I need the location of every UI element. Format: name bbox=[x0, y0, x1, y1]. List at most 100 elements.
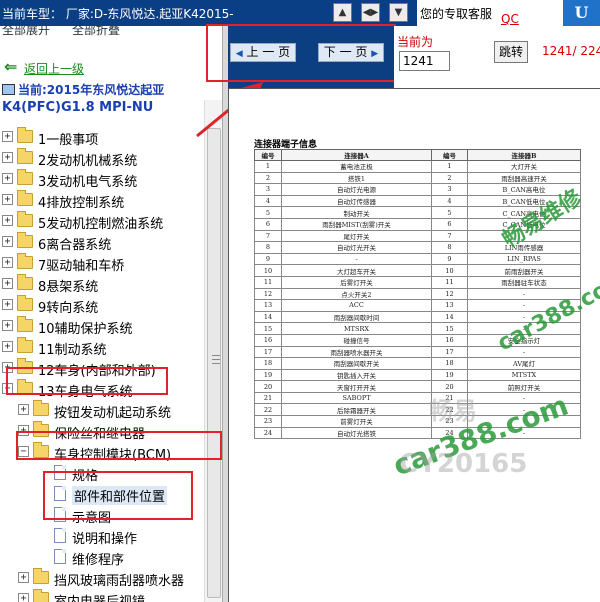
expand-icon[interactable]: + bbox=[2, 236, 13, 247]
watermark-5: CY20165 bbox=[399, 449, 528, 479]
expand-all-link[interactable]: 全部展开 bbox=[2, 26, 50, 37]
table-cell: 15 bbox=[254, 322, 282, 335]
vehicle-title: 当前车型： 厂家:D-东风悦达.起亚K42015- bbox=[2, 7, 234, 21]
table-row: 16 碰撞信号 16 安全指示灯 bbox=[254, 333, 581, 347]
table-cell: 2 bbox=[254, 171, 282, 185]
tree-item-label[interactable]: 9转向系统 bbox=[38, 297, 98, 316]
back-label[interactable]: 返回上一级 bbox=[24, 60, 84, 77]
table-cell: 18 bbox=[431, 357, 468, 370]
table-cell: 14 bbox=[431, 310, 468, 324]
tree-item-label[interactable]: 室内电器后视镜 bbox=[54, 591, 145, 602]
table-row: 24 自动灯光搭铁 24- bbox=[254, 426, 581, 440]
table-cell: 8 bbox=[431, 241, 468, 254]
table-row: 4 自动灯传感器 4 B_CAN低电位 bbox=[254, 194, 581, 208]
expand-icon[interactable]: + bbox=[2, 278, 13, 289]
table-cell: 13 bbox=[431, 299, 468, 312]
header-num-a: 编号 bbox=[254, 149, 282, 161]
folder-icon bbox=[17, 169, 33, 185]
table-cell: 7 bbox=[431, 229, 468, 243]
model-label: K4(PFC)G1.8 MPI-NU bbox=[2, 100, 154, 115]
table-row: 10 大灯超车开关 10 前雨刮器开关 bbox=[254, 264, 581, 277]
tree-item-label[interactable]: 7驱动轴和车桥 bbox=[38, 255, 124, 274]
table-cell: 1 bbox=[254, 160, 282, 173]
tree-item-label[interactable]: 4排放控制系统 bbox=[38, 192, 124, 211]
expand-icon[interactable]: + bbox=[18, 572, 29, 583]
expand-icon[interactable]: + bbox=[2, 194, 13, 205]
expand-icon[interactable]: + bbox=[2, 299, 13, 310]
table-cell: 7 bbox=[254, 229, 282, 243]
scrollbar-thumb[interactable] bbox=[207, 128, 221, 598]
jump-button[interactable]: 跳转 bbox=[494, 41, 528, 63]
tree-item-label[interactable]: 1一般事项 bbox=[38, 129, 98, 148]
table-cell: - bbox=[467, 403, 581, 417]
table-row: 18 雨刮器间歇开关 18 AV尾灯 bbox=[254, 357, 581, 370]
page-number-input[interactable]: 1241 bbox=[399, 51, 450, 71]
expand-icon[interactable]: + bbox=[18, 404, 29, 415]
tree-item-label[interactable]: 3发动机电气系统 bbox=[38, 171, 137, 190]
toggle-frame-button[interactable]: ◀▶ bbox=[361, 3, 380, 22]
tree-item-label[interactable]: 11制动系统 bbox=[38, 339, 107, 358]
expand-icon[interactable]: + bbox=[2, 152, 13, 163]
table-cell: 6 bbox=[254, 217, 282, 231]
manual-page: 连接器端子信息 编号 连接器A 编号 连接器B 1 蓄电池正极 1 大灯开关 2 搭铁1 2… bbox=[229, 89, 600, 602]
table-cell: 雨刮器间歇时间 bbox=[281, 310, 432, 324]
tree-item-label[interactable]: 按钮发动机起动系统 bbox=[54, 402, 171, 421]
collapse-all-link[interactable]: 全部折叠 bbox=[72, 26, 120, 37]
scroll-down-button[interactable]: ▼ bbox=[389, 3, 408, 22]
table-cell: 21 bbox=[431, 391, 468, 405]
table-cell: MTSTX bbox=[467, 368, 581, 382]
table-cell: 5 bbox=[254, 206, 282, 219]
expand-icon[interactable]: + bbox=[2, 341, 13, 352]
table-row: 8 自动灯光开关 8 LIN雨传感器 bbox=[254, 241, 581, 254]
expand-icon[interactable]: + bbox=[2, 131, 13, 142]
connector-table: 编号 连接器A 编号 连接器B 1 蓄电池正极 1 大灯开关 2 搭铁1 2 雨刮器高速开关 3… bbox=[254, 149, 581, 440]
qq-link[interactable]: QC bbox=[501, 12, 519, 26]
computer-icon bbox=[2, 84, 15, 95]
tree-item-label[interactable]: 维修程序 bbox=[72, 549, 124, 568]
table-row: 11 后雾灯开关 11 雨刮器驻车状态 bbox=[254, 275, 581, 289]
table-cell: 20 bbox=[431, 380, 468, 393]
scroll-up-button[interactable]: ▲ bbox=[333, 3, 352, 22]
table-row: 12 点火开关2 12- bbox=[254, 287, 581, 301]
table-row: 5 制动开关 5 C_CAN高电位 bbox=[254, 206, 581, 219]
expand-icon[interactable]: + bbox=[2, 257, 13, 268]
folder-icon bbox=[17, 253, 33, 269]
table-row: 19 钥匙插入开关 19 MTSTX bbox=[254, 368, 581, 382]
tree-item-label[interactable]: 2发动机机械系统 bbox=[38, 150, 137, 169]
table-cell: 天窗打开开关 bbox=[281, 380, 432, 393]
tree-item-label[interactable]: 6离合器系统 bbox=[38, 234, 111, 253]
table-row: 13 ACC 13- bbox=[254, 299, 581, 312]
folder-icon bbox=[17, 232, 33, 248]
expand-icon[interactable]: + bbox=[2, 173, 13, 184]
table-cell: 自动灯光开关 bbox=[281, 241, 432, 254]
tree-item-label[interactable]: 8悬架系统 bbox=[38, 276, 98, 295]
table-cell: 11 bbox=[431, 275, 468, 289]
table-cell: - bbox=[467, 299, 581, 312]
expand-icon[interactable]: + bbox=[18, 593, 29, 602]
table-cell: 自动灯光搭铁 bbox=[281, 426, 432, 440]
tree-item-label[interactable]: 说明和操作 bbox=[72, 528, 137, 547]
current-page-label: 当前为 bbox=[397, 35, 434, 49]
table-cell: LIN雨传感器 bbox=[467, 241, 581, 254]
table-cell: 大灯超车开关 bbox=[281, 264, 432, 277]
folder-icon bbox=[17, 316, 33, 332]
table-cell: LIN_RPAS bbox=[467, 252, 581, 266]
tree-item-label[interactable]: 5发动机控制燃油系统 bbox=[38, 213, 163, 232]
tree-item-label[interactable]: 挡风玻璃雨刮器喷水器 bbox=[54, 570, 184, 589]
table-cell: - bbox=[467, 345, 581, 359]
table-cell: 9 bbox=[431, 252, 468, 266]
current-model-line: 当前:2015年东风悦达起亚 bbox=[2, 81, 164, 98]
table-row: 15 MTSRX 15- bbox=[254, 322, 581, 335]
table-cell: 24 bbox=[431, 426, 468, 440]
expand-icon[interactable]: + bbox=[2, 215, 13, 226]
expand-icon[interactable]: + bbox=[2, 320, 13, 331]
tree-item-label[interactable]: 10辅助保护系统 bbox=[38, 318, 133, 337]
table-cell: - bbox=[281, 252, 432, 266]
table-cell: - bbox=[467, 229, 581, 243]
table-cell: SABOPT bbox=[281, 391, 432, 405]
table-cell: 23 bbox=[431, 415, 468, 428]
table-cell: 自动灯光电源 bbox=[281, 183, 432, 196]
highlight-bcm bbox=[16, 431, 222, 460]
service-banner: 您的专取客服 QC U bbox=[417, 0, 600, 26]
tree-scrollbar[interactable] bbox=[204, 100, 222, 602]
